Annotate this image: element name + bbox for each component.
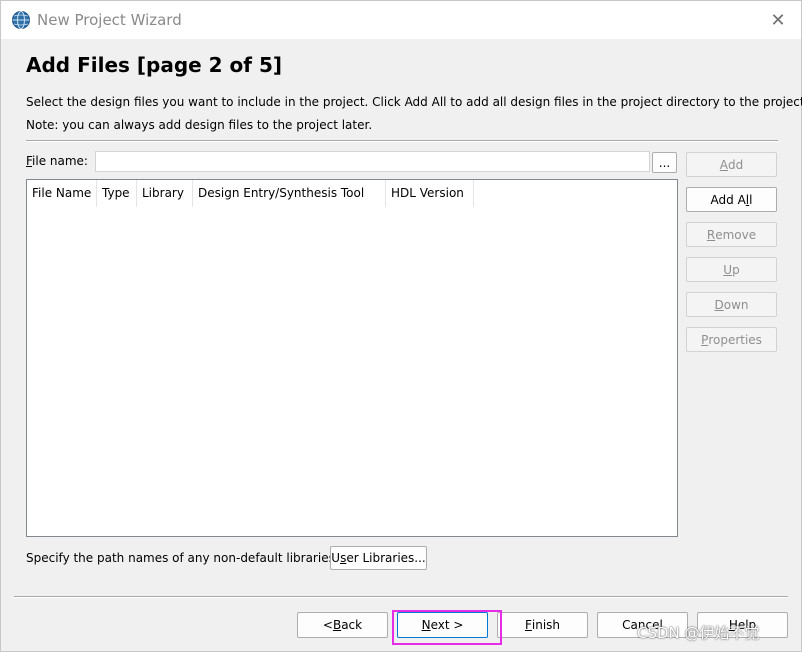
column-header-design-entry-tool[interactable]: Design Entry/Synthesis Tool [193, 180, 386, 207]
file-name-input[interactable] [95, 151, 650, 172]
file-name-label: File name: [26, 154, 88, 168]
browse-button[interactable]: ... [652, 152, 677, 173]
close-button[interactable]: ✕ [765, 7, 791, 33]
page-note: Note: you can always add design files to… [26, 118, 373, 132]
back-button[interactable]: < Back [297, 612, 388, 638]
page-description: Select the design files you want to incl… [26, 95, 802, 109]
add-button[interactable]: Add [686, 152, 777, 177]
column-header-hdl-version[interactable]: HDL Version [386, 180, 474, 207]
next-button-highlight [392, 610, 502, 645]
column-header-type[interactable]: Type [97, 180, 137, 207]
add-all-button[interactable]: Add All [686, 187, 777, 212]
column-header-file-name[interactable]: File Name [27, 180, 97, 207]
title-bar: New Project Wizard ✕ [1, 1, 801, 39]
file-list-table[interactable]: File Name Type Library Design Entry/Synt… [26, 179, 678, 537]
up-button[interactable]: Up [686, 257, 777, 282]
properties-button[interactable]: Properties [686, 327, 777, 352]
csdn-watermark: CSDN @伊始不觉 [637, 624, 760, 642]
page-heading: Add Files [page 2 of 5] [26, 53, 283, 77]
user-libraries-button[interactable]: Us er Libraries... [330, 546, 427, 570]
column-header-library[interactable]: Library [137, 180, 193, 207]
finish-button[interactable]: Finish [497, 612, 588, 638]
libraries-label: Specify the path names of any non-defaul… [26, 551, 339, 565]
remove-button[interactable]: Remove [686, 222, 777, 247]
close-icon: ✕ [770, 9, 786, 31]
window-title: New Project Wizard [37, 11, 182, 29]
footer-divider [14, 596, 788, 598]
quartus-globe-icon [12, 11, 30, 29]
header-divider [26, 140, 778, 142]
wizard-window: New Project Wizard ✕ Add Files [page 2 o… [0, 0, 802, 652]
down-button[interactable]: Down [686, 292, 777, 317]
browse-button-label: ... [658, 155, 671, 170]
